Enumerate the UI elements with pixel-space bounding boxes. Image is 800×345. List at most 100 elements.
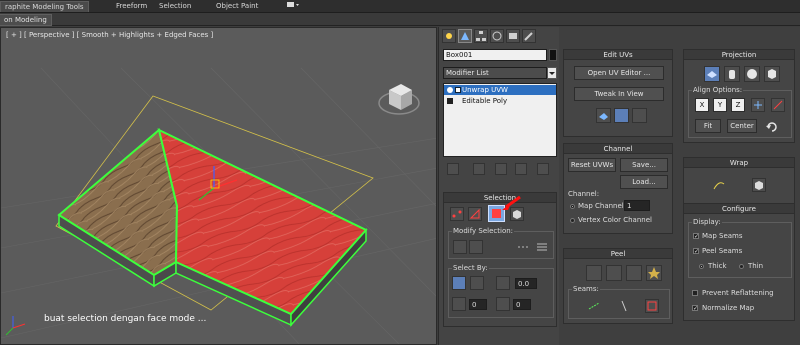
fit-button[interactable]: Fit [695, 119, 721, 133]
tweak-in-view-button[interactable]: Tweak In View [574, 87, 664, 101]
point-to-point-seams-icon[interactable] [587, 299, 601, 313]
expand-seams-icon[interactable] [645, 299, 659, 313]
select-by-material-icon[interactable] [496, 297, 510, 311]
quick-peel-icon[interactable] [614, 108, 629, 123]
viewcube-icon [378, 84, 420, 115]
display-tab-icon[interactable] [506, 29, 520, 43]
quick-unwrap-icon[interactable] [632, 108, 647, 123]
planar-angle-spinner[interactable]: 0.0 [515, 278, 537, 289]
make-unique-icon[interactable] [495, 163, 507, 175]
object-name-field[interactable]: Box001 [443, 49, 547, 61]
prevent-reflattening-checkbox[interactable] [692, 290, 698, 296]
select-by-element-icon[interactable] [452, 276, 466, 290]
spline-map-icon[interactable] [712, 178, 726, 192]
vertex-mode-icon[interactable] [450, 207, 464, 221]
reset-projection-icon[interactable] [765, 119, 779, 133]
peel-seams-label: Peel Seams [702, 247, 743, 255]
hierarchy-tab-icon[interactable] [474, 29, 488, 43]
pelt-map-icon[interactable] [586, 265, 602, 281]
channel-title[interactable]: Channel [564, 144, 672, 154]
shrink-selection-icon[interactable] [469, 240, 483, 254]
stack-item-editable-poly[interactable]: Editable Poly [444, 96, 556, 106]
motion-tab-icon[interactable] [490, 29, 504, 43]
tab-selection[interactable]: Selection [155, 1, 195, 12]
create-tab-icon[interactable] [442, 29, 456, 43]
projection-title[interactable]: Projection [684, 50, 794, 60]
material-id-spinner[interactable]: 0 [513, 299, 531, 310]
vertex-color-label: Vertex Color Channel [578, 216, 652, 224]
save-uvs-button[interactable]: Save... [620, 158, 668, 172]
show-end-result-icon[interactable] [473, 163, 485, 175]
box-map-icon[interactable] [764, 66, 780, 82]
quick-planar-map-icon[interactable] [596, 108, 611, 123]
vertex-color-radio[interactable] [570, 218, 575, 223]
configure-sets-icon[interactable] [537, 163, 549, 175]
normalize-map-label: Normalize Map [702, 304, 755, 312]
center-button[interactable]: Center [727, 119, 757, 133]
peel-title[interactable]: Peel [564, 249, 672, 259]
remove-modifier-icon[interactable] [515, 163, 527, 175]
display-group: Display: ✓ Map Seams ✓ Peel Seams Thick … [688, 218, 792, 278]
command-panel: Box001 Modifier List Unwrap UVW Editable… [438, 27, 559, 345]
align-to-view-icon[interactable] [751, 98, 765, 112]
modify-selection-group: Modify Selection: [448, 227, 554, 259]
modifier-stack: Unwrap UVW Editable Poly [443, 83, 557, 157]
unfold-map-icon[interactable] [752, 178, 766, 192]
expand-icon[interactable] [455, 87, 461, 93]
modifier-list-dropdown[interactable]: Modifier List [443, 67, 547, 79]
object-color-swatch[interactable] [549, 49, 557, 61]
reset-peel-icon[interactable] [626, 265, 642, 281]
lscm-peel-icon[interactable] [606, 265, 622, 281]
align-normal-icon[interactable] [771, 98, 785, 112]
modify-tab-icon[interactable] [458, 29, 472, 43]
tab-graphite-modeling-tools[interactable]: raphite Modeling Tools [0, 1, 89, 12]
align-options-group: Align Options: X Y Z Fit Center [688, 86, 792, 138]
ribbon-options-icon[interactable] [282, 1, 304, 12]
wrap-title[interactable]: Wrap [684, 158, 794, 168]
map-seams-checkbox[interactable]: ✓ [693, 233, 699, 240]
loop-selection-icon[interactable] [517, 240, 531, 254]
spherical-map-icon[interactable] [744, 66, 760, 82]
viewport-caption: buat selection dengan face mode ... [44, 314, 207, 324]
configure-title[interactable]: Configure [684, 204, 794, 214]
pin-peel-icon[interactable] [646, 265, 662, 281]
command-panel-tabs [442, 29, 557, 45]
utilities-tab-icon[interactable] [522, 29, 536, 43]
select-by-smoothing-icon[interactable] [452, 297, 466, 311]
cylindrical-map-icon[interactable] [724, 66, 740, 82]
configure-rollout: Configure Display: ✓ Map Seams ✓ Peel Se… [683, 203, 795, 321]
edge-mode-icon[interactable] [468, 207, 482, 221]
tab-object-paint[interactable]: Object Paint [212, 1, 262, 12]
axis-tripod-icon [5, 316, 26, 336]
map-channel-spinner[interactable]: 1 [624, 200, 650, 211]
bulb-icon[interactable] [447, 87, 453, 93]
modifier-list-arrow-icon[interactable] [547, 67, 557, 79]
normalize-map-checkbox[interactable]: ✓ [692, 305, 698, 312]
thick-radio[interactable] [699, 264, 704, 269]
tab-freeform[interactable]: Freeform [112, 1, 151, 12]
thin-radio[interactable] [739, 264, 744, 269]
edge-to-seams-icon[interactable] [617, 299, 631, 313]
load-uvs-button[interactable]: Load... [620, 175, 668, 189]
reset-uvws-button[interactable]: Reset UVWs [568, 158, 616, 172]
prevent-reflattening-label: Prevent Reflattening [702, 289, 774, 297]
stack-toolbar [443, 162, 557, 178]
peel-seams-checkbox[interactable]: ✓ [693, 248, 699, 255]
ignore-backfacing-icon[interactable] [470, 276, 484, 290]
align-y-button[interactable]: Y [713, 98, 727, 112]
pin-stack-icon[interactable] [447, 163, 459, 175]
grow-selection-icon[interactable] [453, 240, 467, 254]
planar-angle-icon[interactable] [496, 276, 510, 290]
align-z-button[interactable]: Z [731, 98, 745, 112]
smoothing-spinner[interactable]: 0 [469, 299, 487, 310]
edit-uvs-title[interactable]: Edit UVs [564, 50, 672, 60]
align-x-button[interactable]: X [695, 98, 709, 112]
perspective-viewport[interactable]: [ + ] [ Perspective ] [ Smooth + Highlig… [0, 27, 437, 345]
ring-selection-icon[interactable] [535, 240, 549, 254]
map-channel-radio[interactable] [570, 204, 575, 209]
viewport-scene [1, 67, 436, 344]
planar-map-icon[interactable] [704, 66, 720, 82]
tab-polygon-modeling[interactable]: on Modeling [0, 14, 52, 26]
sub-ribbon: on Modeling [0, 13, 800, 26]
open-uv-editor-button[interactable]: Open UV Editor ... [574, 66, 664, 80]
